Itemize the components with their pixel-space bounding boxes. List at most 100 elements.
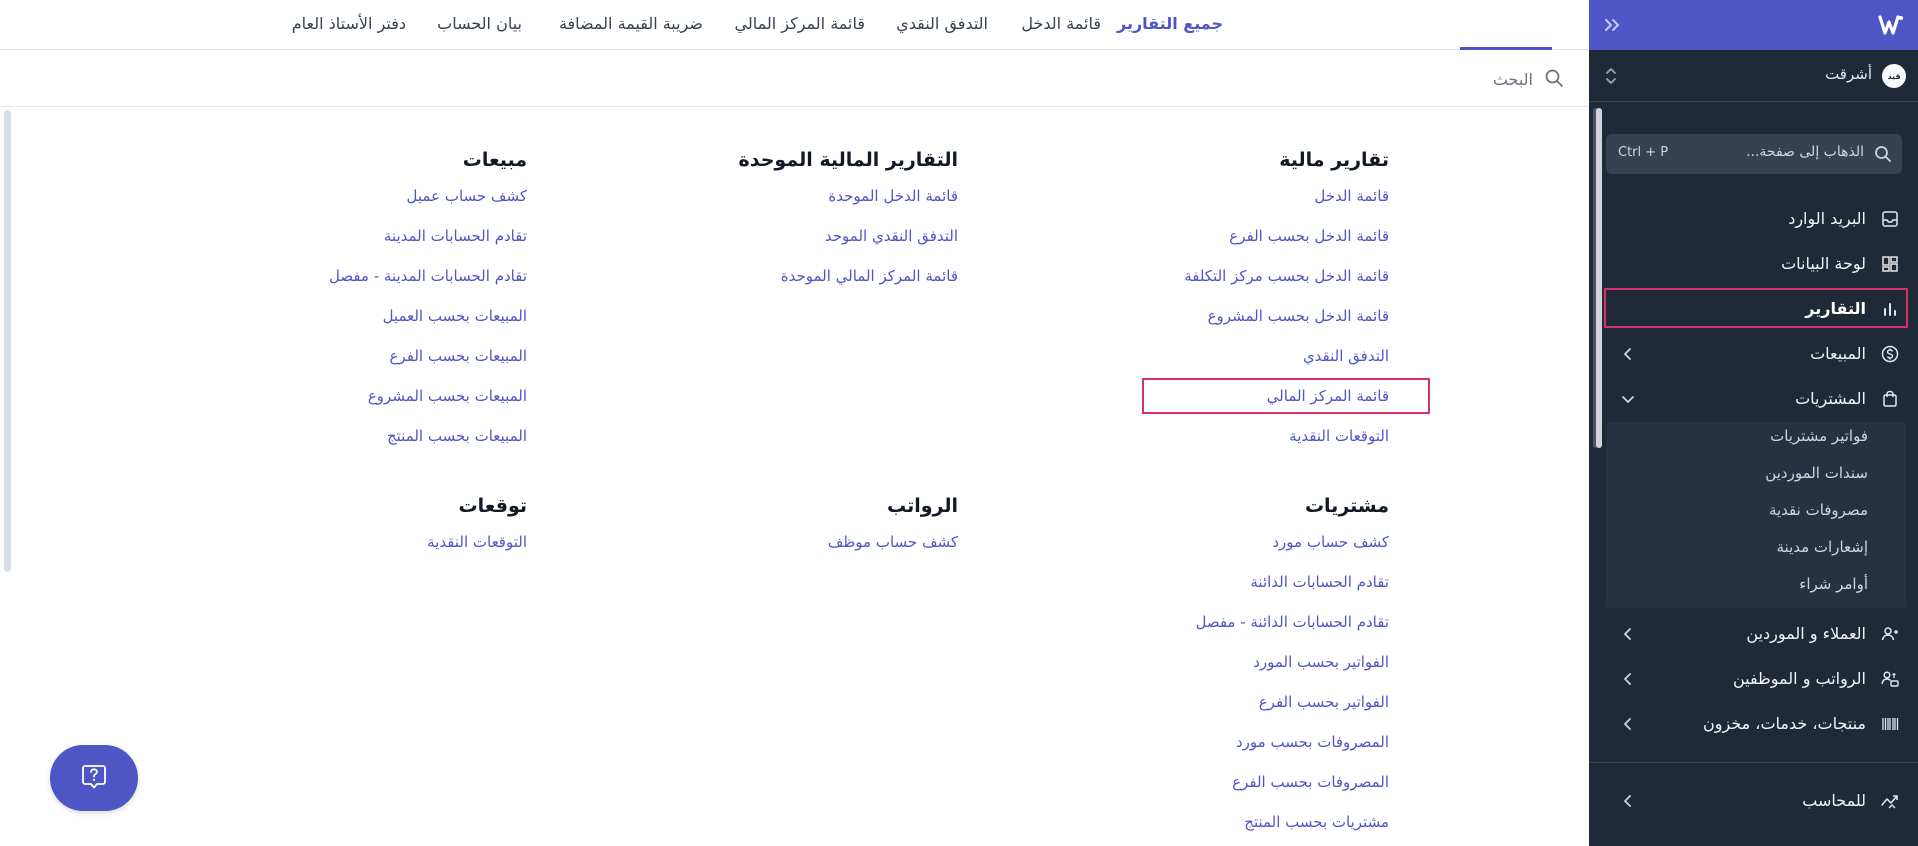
sidebar-header xyxy=(1589,0,1918,50)
report-search-input[interactable] xyxy=(1113,64,1533,94)
sidebar-item-label: الرواتب و الموظفين xyxy=(1732,669,1866,688)
report-link-cash-forecasts[interactable]: التوقعات النقدية xyxy=(1184,416,1389,456)
report-search-bar xyxy=(0,51,1589,107)
chevron-left-icon xyxy=(1620,716,1636,732)
report-link-expenses-by-branch[interactable]: المصروفات بحسب الفرع xyxy=(1195,762,1389,802)
report-link-sales-by-branch[interactable]: المبيعات بحسب الفرع xyxy=(329,336,527,376)
section-title: التقارير المالية الموحدة xyxy=(738,149,958,171)
active-tab-indicator xyxy=(1460,47,1552,50)
sidebar-item-products[interactable]: منتجات، خدمات، مخزون xyxy=(1606,706,1906,742)
report-tabs: جميع التقارير قائمة الدخل التدفق النقدي … xyxy=(0,0,1589,50)
app-logo-icon[interactable] xyxy=(1878,13,1904,37)
report-link-supplier-statement[interactable]: كشف حساب مورد xyxy=(1195,522,1389,562)
section-title: توقعات xyxy=(458,495,527,517)
content-scrollbar[interactable] xyxy=(1596,108,1602,448)
organization-switcher[interactable]: ﻗﻴﺪ أشرقت xyxy=(1589,50,1918,102)
section-title: مشتريات xyxy=(1304,495,1389,517)
submenu-item-supplier-vouchers[interactable]: سندات الموردين xyxy=(1765,464,1868,482)
section-title: مبيعات xyxy=(462,149,527,171)
sidebar-item-label: البريد الوارد xyxy=(1788,209,1866,228)
shopping-bag-icon xyxy=(1880,389,1900,409)
collapse-sidebar-icon[interactable] xyxy=(1601,14,1623,36)
sidebar-item-label: منتجات، خدمات، مخزون xyxy=(1703,714,1866,733)
report-link-income-by-cost-center[interactable]: قائمة الدخل بحسب مركز التكلفة xyxy=(1184,256,1389,296)
report-link-employee-statement[interactable]: كشف حساب موظف xyxy=(828,522,958,562)
report-link-income-statement[interactable]: قائمة الدخل xyxy=(1184,176,1389,216)
report-link-consolidated-cash-flow[interactable]: التدفق النقدي الموحد xyxy=(739,216,958,256)
report-link-sales-by-project[interactable]: المبيعات بحسب المشروع xyxy=(329,376,527,416)
trend-chart-icon xyxy=(1880,791,1900,811)
submenu-item-cash-expenses[interactable]: مصروفات نقدية xyxy=(1769,501,1868,519)
tab-vat[interactable]: ضريبة القيمة المضافة xyxy=(559,14,703,33)
report-link-consolidated-income[interactable]: قائمة الدخل الموحدة xyxy=(739,176,958,216)
dashboard-icon xyxy=(1880,254,1900,274)
section-title: الرواتب xyxy=(886,495,958,517)
tab-general-ledger[interactable]: دفتر الأستاذ العام xyxy=(292,14,406,33)
report-link-ar-aging-detailed[interactable]: تقادم الحسابات المدينة - مفصل xyxy=(329,256,527,296)
section-forecast-reports: توقعات التوقعات النقدية xyxy=(427,490,527,562)
chevron-up-down-icon[interactable] xyxy=(1603,64,1619,88)
users-icon xyxy=(1880,624,1900,644)
report-link-ap-aging[interactable]: تقادم الحسابات الدائنة xyxy=(1195,562,1389,602)
section-consolidated-reports: التقارير المالية الموحدة قائمة الدخل الم… xyxy=(739,144,958,296)
sidebar-item-sales[interactable]: المبيعات xyxy=(1606,336,1906,372)
report-link-cash-forecasts[interactable]: التوقعات النقدية xyxy=(427,522,527,562)
search-icon xyxy=(1874,145,1892,163)
section-sales-reports: مبيعات كشف حساب عميل تقادم الحسابات المد… xyxy=(329,144,527,456)
sidebar-item-customers-suppliers[interactable]: العملاء و الموردين xyxy=(1606,616,1906,652)
bar-chart-icon xyxy=(1880,299,1900,319)
page-scrollbar[interactable] xyxy=(4,110,11,572)
report-link-ap-aging-detailed[interactable]: تقادم الحسابات الدائنة - مفصل xyxy=(1195,602,1389,642)
tab-cash-flow[interactable]: التدفق النقدي xyxy=(896,14,988,33)
section-payroll-reports: الرواتب كشف حساب موظف xyxy=(828,490,958,562)
keyboard-shortcut: Ctrl + P xyxy=(1618,145,1669,160)
sidebar-item-label: المبيعات xyxy=(1810,344,1866,363)
report-link-consolidated-balance-sheet[interactable]: قائمة المركز المالي الموحدة xyxy=(739,256,958,296)
tab-all-reports[interactable]: جميع التقارير xyxy=(1117,14,1223,33)
barcode-icon xyxy=(1880,714,1900,734)
sidebar-item-dashboard[interactable]: لوحة البيانات xyxy=(1606,246,1906,282)
highlight-box xyxy=(1142,378,1430,414)
sidebar-item-label: المشتريات xyxy=(1795,389,1866,408)
report-link-expenses-by-supplier[interactable]: المصروفات بحسب مورد xyxy=(1195,722,1389,762)
goto-page-search[interactable]: الذهاب إلى صفحة... Ctrl + P xyxy=(1606,134,1902,174)
section-title: تقارير مالية xyxy=(1279,149,1389,171)
report-link-income-by-branch[interactable]: قائمة الدخل بحسب الفرع xyxy=(1184,216,1389,256)
report-link-income-by-project[interactable]: قائمة الدخل بحسب المشروع xyxy=(1184,296,1389,336)
submenu-item-purchase-orders[interactable]: أوامر شراء xyxy=(1799,575,1868,593)
org-name: أشرقت xyxy=(1825,65,1872,83)
report-link-purchases-by-product[interactable]: مشتريات بحسب المنتج xyxy=(1195,802,1389,842)
chevron-left-icon xyxy=(1620,346,1636,362)
chevron-down-icon xyxy=(1620,391,1636,407)
goto-page-placeholder: الذهاب إلى صفحة... xyxy=(1746,144,1864,160)
report-link-sales-by-product[interactable]: المبيعات بحسب المنتج xyxy=(329,416,527,456)
help-button[interactable] xyxy=(50,745,138,811)
section-purchases-reports: مشتريات كشف حساب مورد تقادم الحسابات الد… xyxy=(1195,490,1389,842)
sidebar-item-label: للمحاسب xyxy=(1802,791,1866,810)
sidebar-item-reports[interactable]: التقارير xyxy=(1604,288,1908,328)
org-avatar: ﻗﻴﺪ xyxy=(1882,64,1906,88)
report-link-bills-by-supplier[interactable]: الفواتير بحسب المورد xyxy=(1195,642,1389,682)
tab-account-statement[interactable]: بيان الحساب xyxy=(437,14,522,33)
report-link-bills-by-branch[interactable]: الفواتير بحسب الفرع xyxy=(1195,682,1389,722)
sidebar-item-accountant[interactable]: للمحاسب xyxy=(1606,783,1906,819)
sidebar-divider xyxy=(1589,762,1918,763)
sidebar-item-purchases[interactable]: المشتريات xyxy=(1606,381,1906,417)
sidebar: ﻗﻴﺪ أشرقت الذهاب إلى صفحة... Ctrl + P ال… xyxy=(1589,0,1918,846)
dollar-circle-icon xyxy=(1880,344,1900,364)
report-link-customer-statement[interactable]: كشف حساب عميل xyxy=(329,176,527,216)
sidebar-item-label: لوحة البيانات xyxy=(1781,254,1866,273)
report-link-cash-flow[interactable]: التدفق النقدي xyxy=(1184,336,1389,376)
submenu-item-purchase-invoices[interactable]: فواتير مشتريات xyxy=(1770,427,1868,445)
sidebar-item-label: التقارير xyxy=(1805,299,1866,318)
tab-balance-sheet[interactable]: قائمة المركز المالي xyxy=(735,14,865,33)
chevron-left-icon xyxy=(1620,626,1636,642)
sidebar-item-inbox[interactable]: البريد الوارد xyxy=(1606,201,1906,237)
chevron-left-icon xyxy=(1620,793,1636,809)
report-link-sales-by-customer[interactable]: المبيعات بحسب العميل xyxy=(329,296,527,336)
submenu-item-debit-notes[interactable]: إشعارات مدينة xyxy=(1777,538,1869,556)
tab-income-statement[interactable]: قائمة الدخل xyxy=(1021,14,1101,33)
report-link-ar-aging[interactable]: تقادم الحسابات المدينة xyxy=(329,216,527,256)
sidebar-item-payroll-employees[interactable]: الرواتب و الموظفين xyxy=(1606,661,1906,697)
chevron-left-icon xyxy=(1620,671,1636,687)
